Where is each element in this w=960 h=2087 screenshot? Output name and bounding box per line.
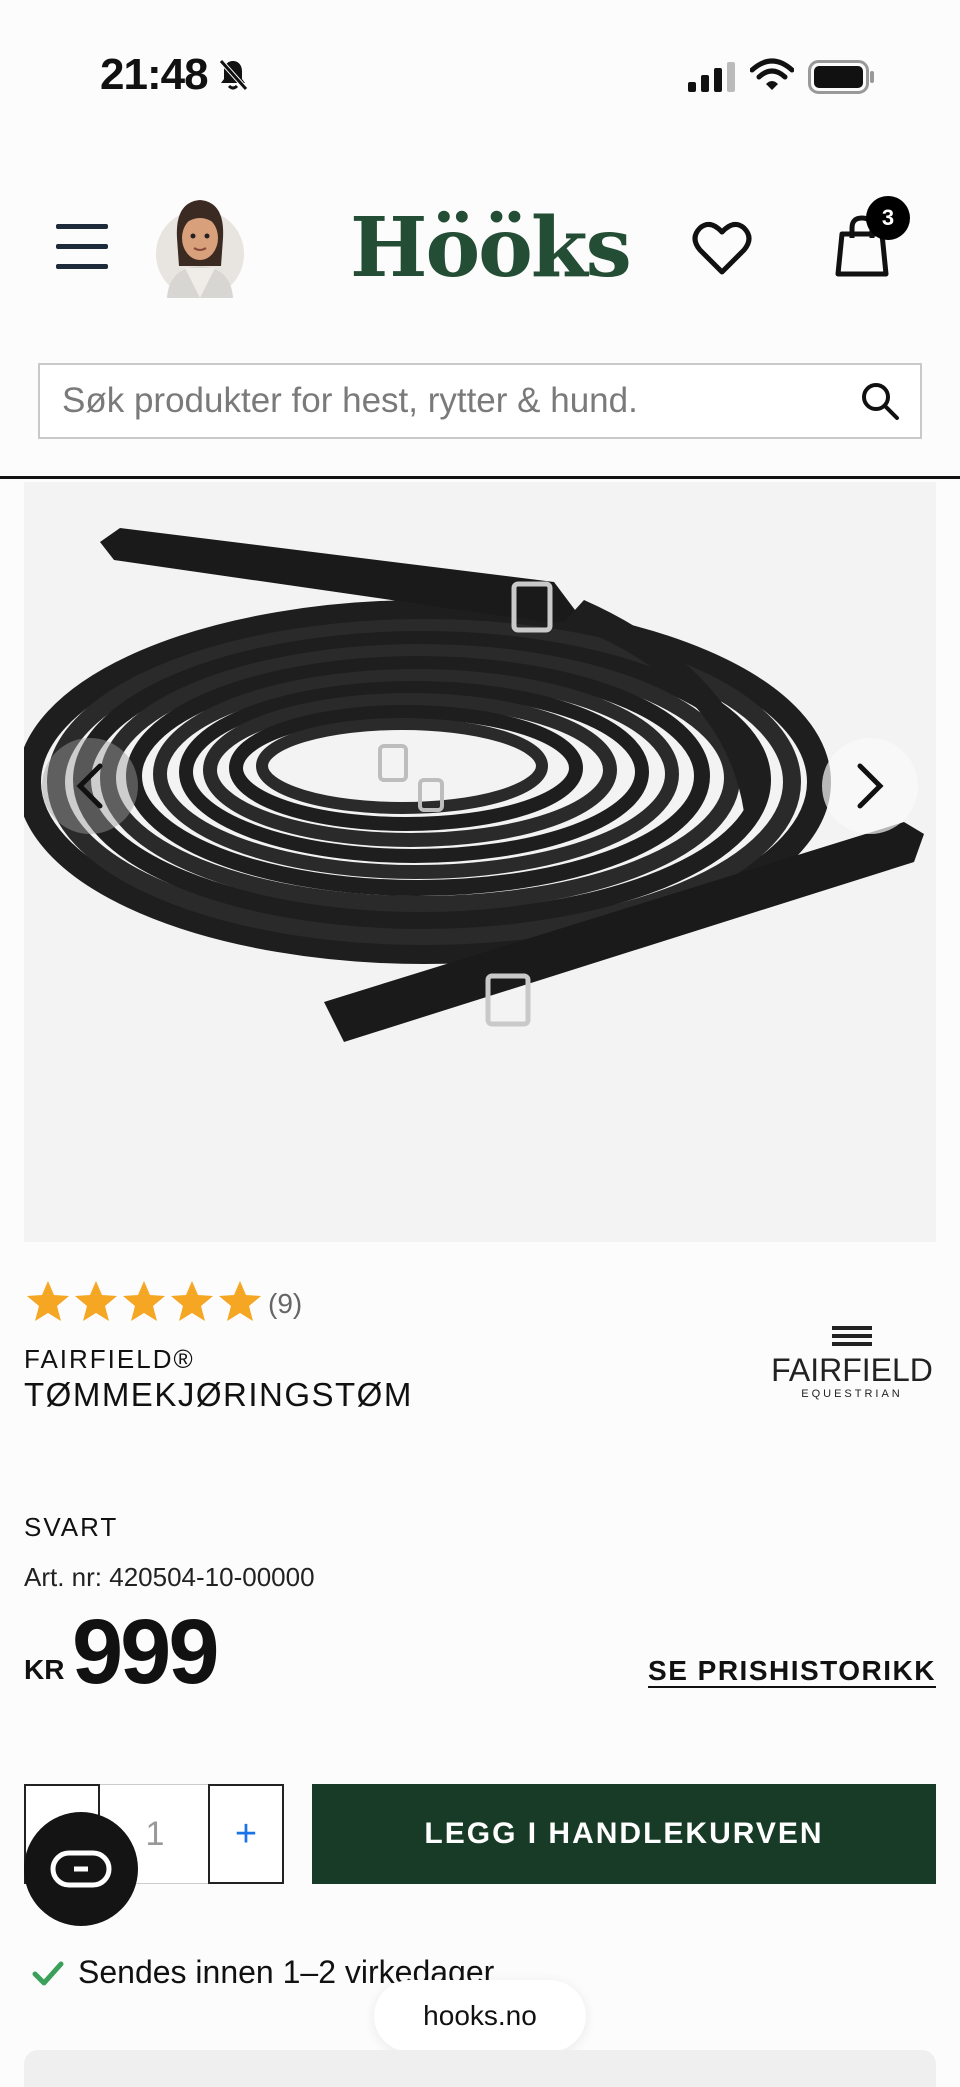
wifi-icon — [750, 58, 794, 90]
star-icon — [171, 1281, 213, 1321]
search-bar — [38, 363, 922, 439]
quantity-increase-button[interactable]: + — [208, 1784, 284, 1884]
site-logo[interactable]: Hööks — [350, 200, 632, 296]
battery-icon — [808, 60, 874, 94]
product-brand[interactable]: FAIRFIELD® — [24, 1344, 195, 1375]
brand-logo-name: FAIRFIELD — [771, 1352, 933, 1388]
article-number: Art. nr: 420504-10-00000 — [24, 1562, 315, 1592]
star-icon — [219, 1281, 261, 1321]
avatar[interactable] — [155, 188, 245, 298]
search-input[interactable] — [62, 365, 842, 437]
checkmark-icon — [32, 1961, 64, 1986]
price-history-link[interactable]: SE PRISHISTORIKK — [648, 1655, 936, 1687]
site-header: Hööks 3 — [0, 180, 960, 320]
header-divider — [0, 476, 960, 479]
product-color: SVART — [24, 1512, 119, 1542]
bottom-card — [24, 2050, 936, 2087]
gallery-prev-button[interactable] — [42, 738, 138, 834]
chevron-right-icon — [857, 763, 884, 809]
chat-icon — [50, 1850, 112, 1888]
gallery-next-button[interactable] — [822, 738, 918, 834]
menu-icon[interactable] — [56, 224, 108, 270]
product-title: TØMMEKJØRINGSTØM — [24, 1376, 413, 1413]
chat-button[interactable] — [24, 1812, 138, 1926]
search-icon[interactable] — [860, 381, 900, 421]
cart-count-badge: 3 — [866, 196, 910, 240]
product-image — [24, 528, 924, 1042]
product-image-gallery[interactable] — [24, 482, 936, 1242]
price-currency: KR — [24, 1654, 65, 1685]
brand-logo-subtitle: EQUESTRIAN — [801, 1388, 903, 1400]
brand-logo[interactable]: FAIRFIELD EQUESTRIAN — [766, 1326, 938, 1404]
chevron-left-icon — [76, 763, 103, 809]
browser-url-bar[interactable]: hooks.no — [374, 1980, 586, 2052]
status-bar: 21:48 — [0, 0, 960, 140]
signal-icon — [688, 62, 735, 92]
star-icon — [27, 1281, 69, 1321]
star-icon — [75, 1281, 117, 1321]
bell-slash-icon — [219, 59, 248, 91]
status-time: 21:48 — [100, 50, 209, 99]
add-to-cart-button[interactable]: LEGG I HANDLEKURVEN — [312, 1784, 936, 1884]
star-icon — [123, 1281, 165, 1321]
heart-icon[interactable] — [692, 220, 752, 276]
product-price: 999 — [72, 1601, 219, 1703]
rating-count[interactable]: (9) — [268, 1288, 302, 1320]
